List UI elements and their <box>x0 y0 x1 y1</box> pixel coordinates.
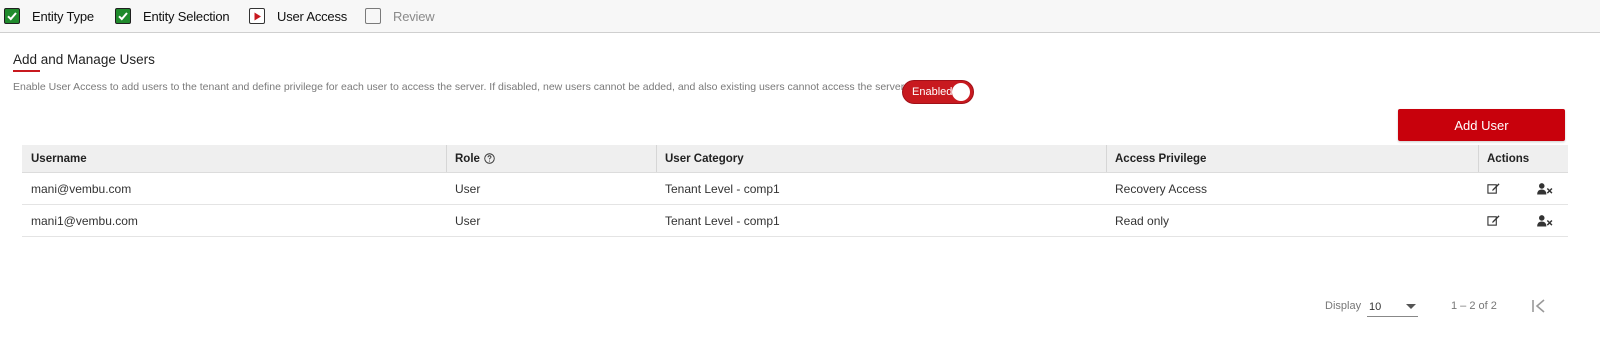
cell-user-category: Tenant Level - comp1 <box>665 181 780 196</box>
step-label: User Access <box>277 8 348 24</box>
edit-icon[interactable] <box>1487 205 1501 236</box>
column-divider <box>446 145 447 172</box>
step-entity-type[interactable]: Entity Type <box>4 6 94 26</box>
cell-username: mani1@vembu.com <box>31 213 138 228</box>
wizard-stepper: Entity Type Entity Selection User Access… <box>0 0 1600 33</box>
page-size-select[interactable]: 10 <box>1367 297 1418 317</box>
help-icon[interactable] <box>484 153 495 164</box>
edit-icon[interactable] <box>1487 173 1501 204</box>
column-divider <box>656 145 657 172</box>
step-label: Review <box>393 8 435 24</box>
toggle-label: Enabled <box>912 86 953 98</box>
add-user-button[interactable]: Add User <box>1398 109 1565 141</box>
column-divider <box>1478 145 1479 172</box>
users-table: Username Role User Category Access Privi… <box>22 145 1568 237</box>
cell-access-privilege: Read only <box>1115 213 1170 228</box>
step-review[interactable]: Review <box>365 6 435 26</box>
check-icon <box>4 8 20 24</box>
section-title-underline <box>13 70 40 72</box>
cell-role: User <box>455 213 481 228</box>
page-size-value: 10 <box>1369 300 1382 313</box>
table-header-row: Username Role User Category Access Privi… <box>22 145 1568 173</box>
column-header-actions: Actions <box>1487 152 1530 165</box>
remove-user-icon[interactable] <box>1537 173 1554 204</box>
remove-user-icon[interactable] <box>1537 205 1554 236</box>
step-label: Entity Selection <box>143 8 230 24</box>
cell-username: mani@vembu.com <box>31 181 132 196</box>
pagination-range: 1 – 2 of 2 <box>1451 300 1497 312</box>
play-icon <box>249 8 265 24</box>
step-label: Entity Type <box>32 8 94 24</box>
column-header-role-label: Role <box>455 152 480 165</box>
cell-access-privilege: Recovery Access <box>1115 181 1208 196</box>
column-divider <box>1106 145 1107 172</box>
check-icon <box>115 8 131 24</box>
page-size-label: Display <box>1325 300 1362 312</box>
user-access-toggle[interactable]: Enabled <box>902 80 974 104</box>
table-row: mani1@vembu.com User Tenant Level - comp… <box>22 205 1568 237</box>
cell-role: User <box>455 181 481 196</box>
step-entity-selection[interactable]: Entity Selection <box>115 6 230 26</box>
section-title: Add and Manage Users <box>13 52 155 67</box>
column-header-user-category[interactable]: User Category <box>665 145 744 172</box>
toggle-knob <box>952 83 970 101</box>
cell-user-category: Tenant Level - comp1 <box>665 213 780 228</box>
column-header-role[interactable]: Role <box>455 145 495 172</box>
table-row: mani@vembu.com User Tenant Level - comp1… <box>22 173 1568 205</box>
first-page-icon[interactable] <box>1531 298 1549 314</box>
caret-down-icon <box>1406 304 1416 309</box>
checkbox-empty-icon <box>365 8 381 24</box>
step-user-access[interactable]: User Access <box>249 6 347 26</box>
column-header-access-privilege[interactable]: Access Privilege <box>1115 145 1206 172</box>
column-header-username[interactable]: Username <box>31 145 87 172</box>
user-access-description: Enable User Access to add users to the t… <box>13 81 907 93</box>
